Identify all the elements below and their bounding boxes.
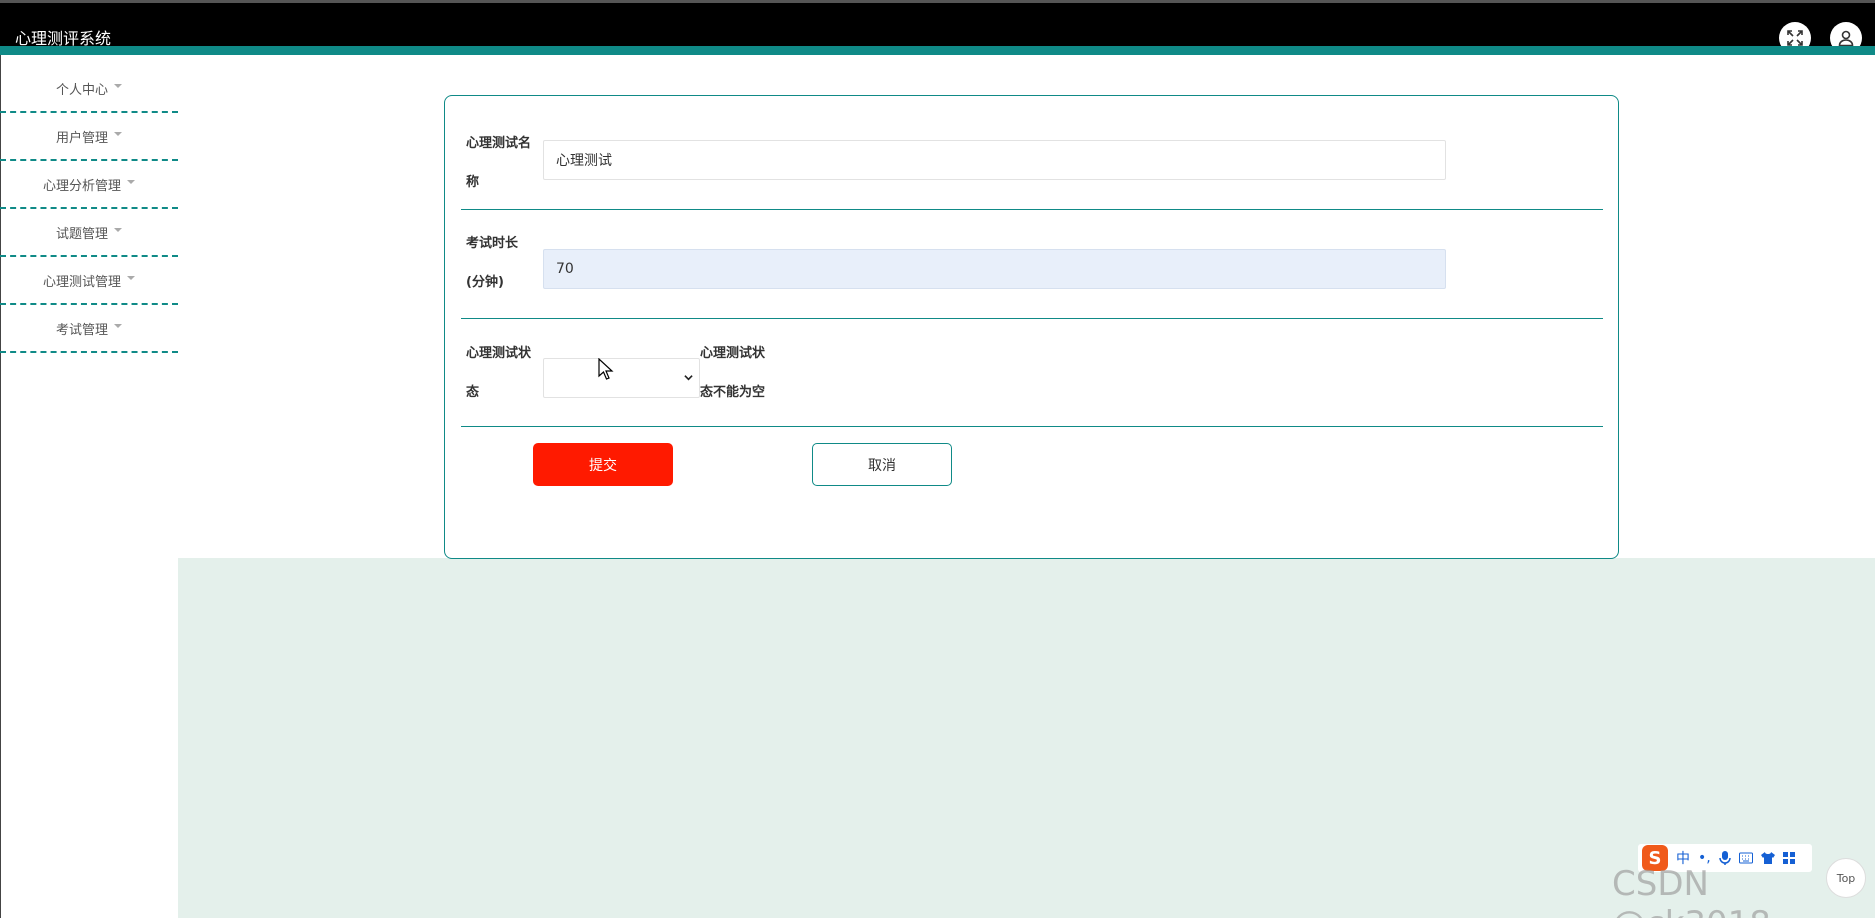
- sidebar-item-personal-center[interactable]: 个人中心: [0, 65, 178, 113]
- submit-button[interactable]: 提交: [533, 443, 673, 486]
- grid-icon[interactable]: [1782, 852, 1795, 864]
- caret-down-icon: [114, 132, 122, 136]
- sidebar-item-label: 心理分析管理: [42, 178, 121, 194]
- caret-down-icon: [114, 84, 122, 88]
- cancel-button[interactable]: 取消: [812, 443, 952, 486]
- sidebar-item-exam-management[interactable]: 考试管理: [0, 305, 178, 353]
- sidebar-item-label: 试题管理: [55, 226, 108, 242]
- header-accent-bar: [0, 46, 1875, 55]
- duration-input[interactable]: [543, 249, 1446, 289]
- shirt-icon[interactable]: [1760, 852, 1775, 864]
- top-bar: 心理测评系统: [0, 0, 1875, 55]
- sidebar-item-label: 考试管理: [55, 322, 108, 338]
- name-label: 心理测试名称: [466, 136, 532, 190]
- sidebar-item-user-management[interactable]: 用户管理: [0, 113, 178, 161]
- form-row-duration: 考试时长 (分钟): [461, 210, 1603, 319]
- form-row-status: 心理测试状态 心理测试状 态不能为空: [461, 319, 1603, 427]
- test-name-input[interactable]: [543, 140, 1446, 180]
- watermark: CSDN @ck3018: [1612, 864, 1771, 918]
- chevron-down-icon: [684, 375, 693, 381]
- mouse-cursor-icon: [598, 358, 614, 380]
- caret-down-icon: [127, 180, 135, 184]
- sidebar: 个人中心 用户管理 心理分析管理 试题管理 心理测试管理 考试管理: [0, 65, 178, 353]
- sidebar-item-label: 个人中心: [55, 82, 108, 98]
- sidebar-item-label: 用户管理: [55, 130, 108, 146]
- sidebar-item-question-management[interactable]: 试题管理: [0, 209, 178, 257]
- status-label: 心理测试状态: [466, 346, 532, 400]
- duration-label: 考试时长 (分钟): [466, 236, 519, 290]
- sidebar-item-label: 心理测试管理: [42, 274, 121, 290]
- keyboard-icon[interactable]: [1738, 852, 1753, 864]
- form-row-name: 心理测试名称: [461, 114, 1603, 210]
- caret-down-icon: [114, 324, 122, 328]
- test-edit-form: 心理测试名称 考试时长(分钟) 心理测试状态 心理测试状态不能为空: [444, 95, 1619, 559]
- status-select[interactable]: [543, 358, 700, 398]
- sidebar-item-analysis-management[interactable]: 心理分析管理: [0, 161, 178, 209]
- status-error-message: 心理测试状 态不能为空: [700, 346, 766, 400]
- caret-down-icon: [114, 228, 122, 232]
- caret-down-icon: [127, 276, 135, 280]
- sidebar-item-test-management[interactable]: 心理测试管理: [0, 257, 178, 305]
